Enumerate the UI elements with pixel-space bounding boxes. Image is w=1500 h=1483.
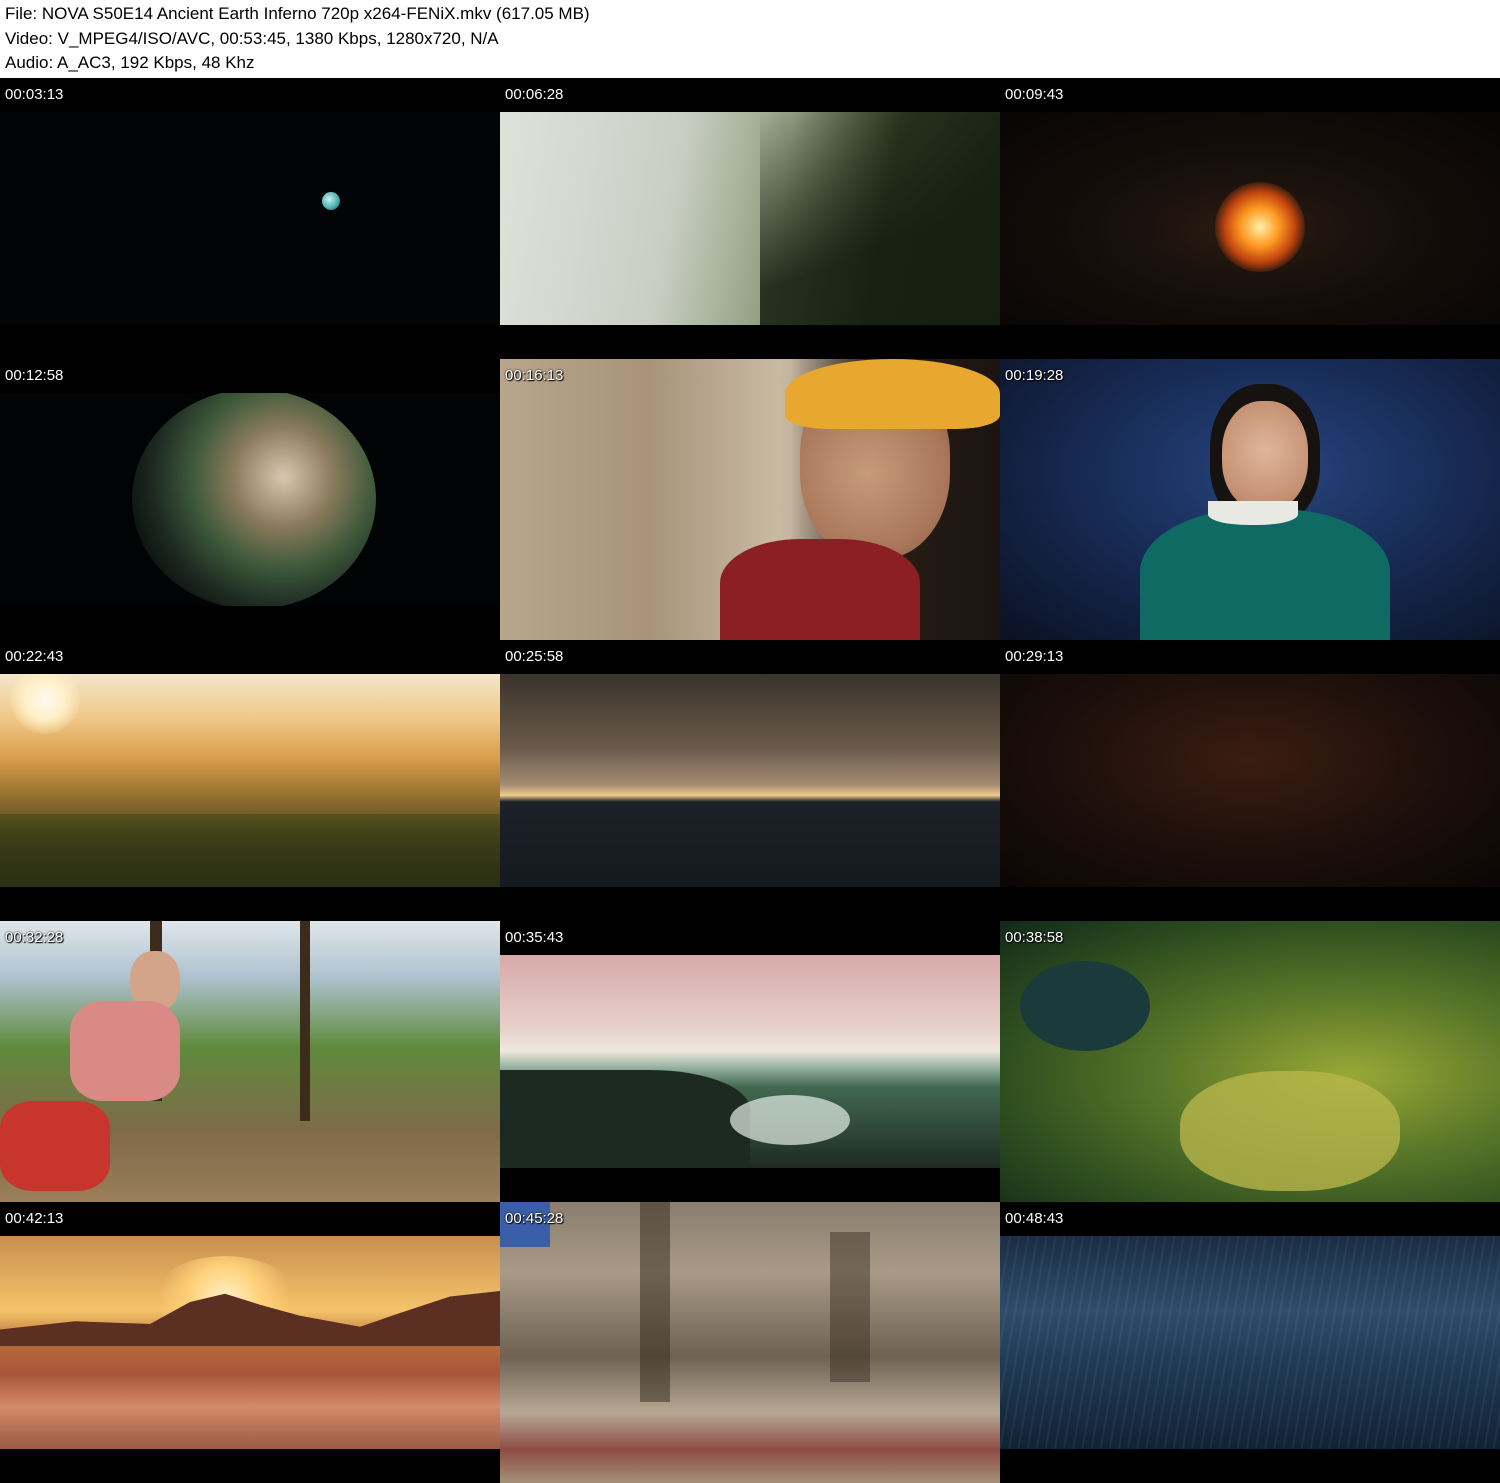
timestamp: 00:16:13 <box>505 367 564 384</box>
hiker-icon <box>0 921 500 1202</box>
file-info: File: NOVA S50E14 Ancient Earth Inferno … <box>5 4 590 23</box>
timestamp: 00:12:58 <box>5 367 64 384</box>
dark-rock-icon <box>1000 674 1500 887</box>
desert-icon <box>0 1236 500 1449</box>
timestamp: 00:29:13 <box>1005 648 1064 665</box>
thumbnail: 00:29:13 <box>1000 640 1500 921</box>
timestamp: 00:19:28 <box>1005 367 1064 384</box>
video-info: Video: V_MPEG4/ISO/AVC, 00:53:45, 1380 K… <box>5 28 499 48</box>
timestamp: 00:48:43 <box>1005 1210 1064 1227</box>
thumbnail: 00:03:13 <box>0 78 500 359</box>
cliff-icon <box>500 1202 1000 1483</box>
timestamp: 00:32:28 <box>5 929 64 946</box>
thumbnail: 00:22:43 <box>0 640 500 921</box>
timestamp: 00:03:13 <box>5 86 64 103</box>
fire-icon <box>1000 112 1500 325</box>
timestamp: 00:38:58 <box>1005 929 1064 946</box>
planet-icon <box>0 393 500 606</box>
timestamp: 00:09:43 <box>1005 86 1064 103</box>
timestamp: 00:42:13 <box>5 1210 64 1227</box>
earth-from-space-icon <box>0 112 500 325</box>
thumbnail: 00:38:58 <box>1000 921 1500 1202</box>
thumbnail: 00:35:43 <box>500 921 1000 1202</box>
thumbnail: 00:09:43 <box>1000 78 1500 359</box>
thumbnail-grid: 00:03:13 00:06:28 00:09:43 00:12:58 00:1… <box>0 78 1500 1483</box>
media-info-header: File: NOVA S50E14 Ancient Earth Inferno … <box>0 0 1500 78</box>
thumbnail: 00:25:58 <box>500 640 1000 921</box>
thumbnail: 00:16:13 <box>500 359 1000 640</box>
thumbnail: 00:12:58 <box>0 359 500 640</box>
thumbnail: 00:19:28 <box>1000 359 1500 640</box>
interview-icon <box>1000 359 1500 640</box>
timestamp: 00:22:43 <box>5 648 64 665</box>
timestamp: 00:45:28 <box>505 1210 564 1227</box>
foggy-forest-icon <box>500 112 1000 325</box>
timestamp: 00:25:58 <box>505 648 564 665</box>
audio-info: Audio: A_AC3, 192 Kbps, 48 Khz <box>5 53 255 72</box>
thumbnail: 00:06:28 <box>500 78 1000 359</box>
thumbnail: 00:45:28 <box>500 1202 1000 1483</box>
storm-icon <box>1000 1236 1500 1449</box>
earth-horizon-icon <box>500 674 1000 887</box>
timestamp: 00:06:28 <box>505 86 564 103</box>
timestamp: 00:35:43 <box>505 929 564 946</box>
sunrise-forest-icon <box>0 674 500 887</box>
thumbnail: 00:32:28 <box>0 921 500 1202</box>
thumbnail: 00:42:13 <box>0 1202 500 1483</box>
aerial-forest-icon <box>1000 921 1500 1202</box>
thumbnail: 00:48:43 <box>1000 1202 1500 1483</box>
ocean-icon <box>500 955 1000 1168</box>
climber-icon <box>500 359 1000 640</box>
